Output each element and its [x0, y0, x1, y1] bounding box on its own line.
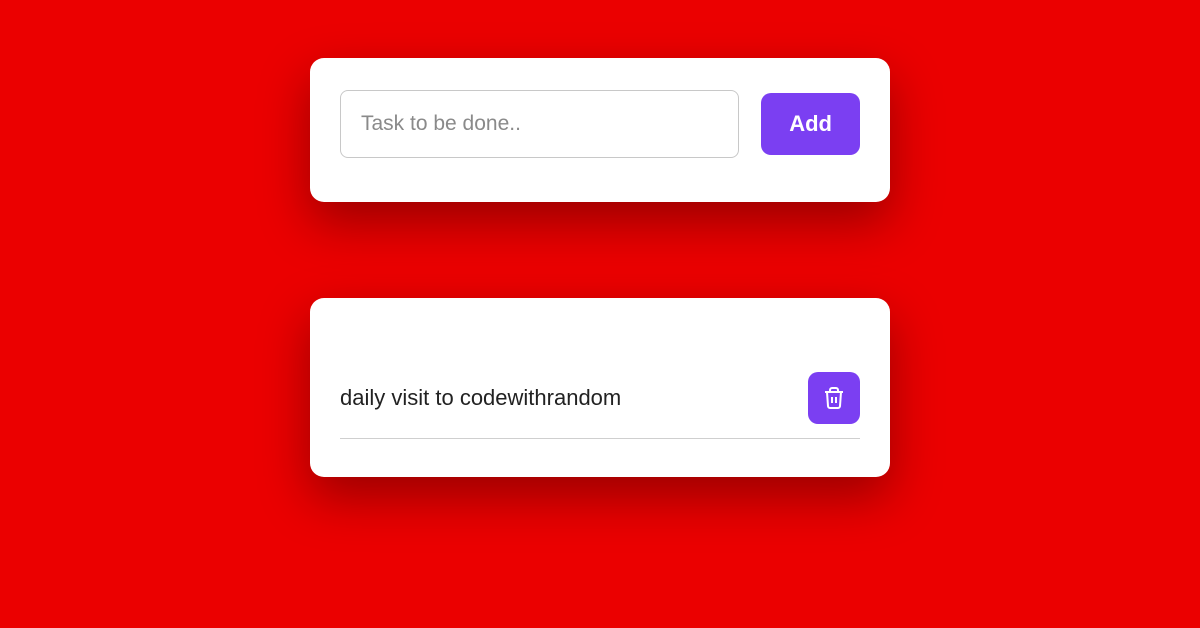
task-input[interactable] — [340, 90, 739, 158]
task-input-card: Add — [310, 58, 890, 202]
tasks-list-card: daily visit to codewithrandom — [310, 298, 890, 477]
add-button[interactable]: Add — [761, 93, 860, 155]
trash-icon — [822, 386, 846, 410]
task-row: daily visit to codewithrandom — [340, 372, 860, 439]
delete-button[interactable] — [808, 372, 860, 424]
task-text: daily visit to codewithrandom — [340, 385, 621, 411]
